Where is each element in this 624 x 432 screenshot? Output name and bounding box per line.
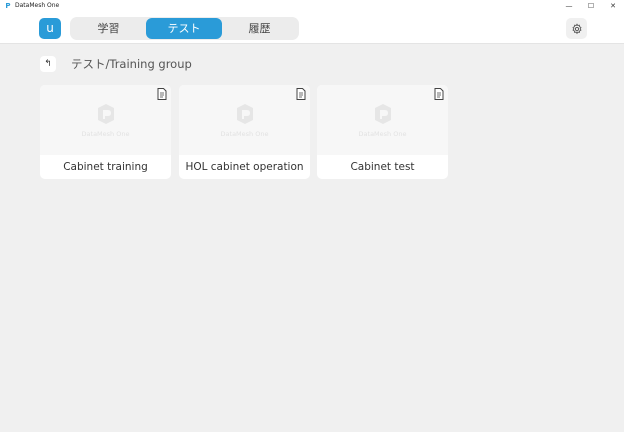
card-thumbnail: DataMesh One (179, 85, 310, 155)
card-title: Cabinet training (63, 161, 148, 173)
card-thumbnail: DataMesh One (317, 85, 448, 155)
course-card[interactable]: DataMesh One HOL cabinet operation (179, 85, 310, 179)
main-tabs: 学習 テスト 履歴 (70, 17, 299, 40)
gear-icon (571, 22, 582, 34)
settings-button[interactable] (566, 18, 587, 39)
card-thumbnail: DataMesh One (40, 85, 171, 155)
maximize-button[interactable]: ☐ (580, 0, 602, 12)
document-icon (157, 88, 167, 100)
datamesh-app-icon: P (5, 2, 11, 10)
datamesh-logo-icon (98, 104, 114, 124)
document-icon (434, 88, 444, 100)
close-button[interactable]: ✕ (602, 0, 624, 12)
datamesh-logo-icon (237, 104, 253, 124)
tab-test[interactable]: テスト (146, 18, 222, 39)
breadcrumb: テスト/Training group (71, 57, 192, 71)
datamesh-logo-icon (375, 104, 391, 124)
document-icon (296, 88, 306, 100)
thumbnail-logo-text: DataMesh One (81, 130, 130, 138)
window-controls: — ☐ ✕ (558, 0, 624, 12)
card-title: HOL cabinet operation (185, 161, 304, 173)
back-button[interactable]: ↰ (40, 56, 56, 72)
thumbnail-logo-text: DataMesh One (220, 130, 269, 138)
course-card[interactable]: DataMesh One Cabinet training (40, 85, 171, 179)
window-titlebar: P DataMesh One — ☐ ✕ (0, 0, 624, 12)
course-card[interactable]: DataMesh One Cabinet test (317, 85, 448, 179)
back-arrow-icon: ↰ (44, 59, 52, 69)
user-avatar[interactable]: u (39, 18, 61, 39)
window-title: DataMesh One (15, 2, 60, 9)
app-header: u 学習 テスト 履歴 (0, 12, 624, 44)
minimize-button[interactable]: — (558, 0, 580, 12)
tab-history[interactable]: 履歴 (222, 18, 297, 39)
thumbnail-logo-text: DataMesh One (358, 130, 407, 138)
tab-learning[interactable]: 学習 (71, 18, 146, 39)
card-title: Cabinet test (350, 161, 415, 173)
